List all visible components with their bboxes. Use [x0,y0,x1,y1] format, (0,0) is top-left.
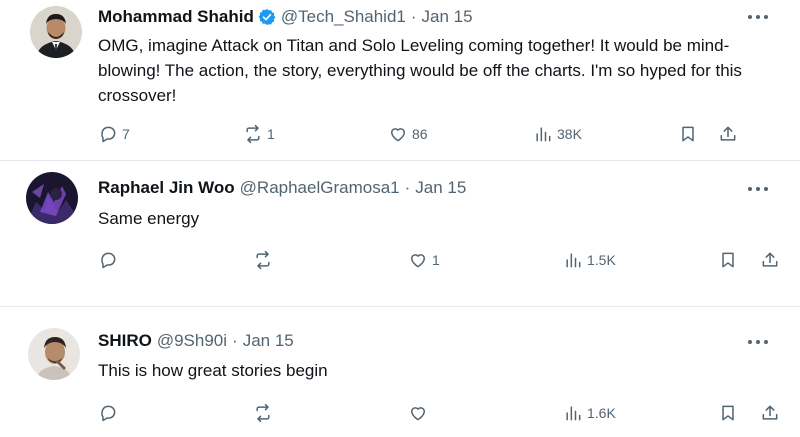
like-button[interactable]: 1 [408,248,440,272]
verified-badge-icon [258,8,276,26]
bookmark-button[interactable] [678,122,698,146]
separator: · [232,331,238,350]
author-name[interactable]: Mohammad Shahid [98,7,254,27]
bookmark-button[interactable] [718,248,738,272]
share-icon [720,126,736,141]
like-count: 86 [412,126,428,142]
repost-button[interactable]: 1 [243,122,275,146]
tweet-header: SHIRO @9Sh90i · Jan 15 [98,331,294,351]
reply-icon [101,405,116,422]
tweet-date[interactable]: Jan 15 [415,178,466,198]
tweet-date[interactable]: Jan 15 [243,331,294,351]
share-icon [762,252,778,267]
views-icon [536,127,551,142]
tweet[interactable]: Raphael Jin Woo @RaphaelGramosa1 · Jan 1… [0,160,800,306]
views-button[interactable]: 1.5K [563,248,616,272]
views-icon [566,253,581,268]
tweet[interactable]: SHIRO @9Sh90i · Jan 15 This is how great… [0,306,800,437]
more-icon[interactable] [748,13,770,21]
tweet-header: Raphael Jin Woo @RaphaelGramosa1 · Jan 1… [98,178,466,198]
like-button[interactable]: 86 [388,122,428,146]
reply-button[interactable]: 7 [98,122,130,146]
repost-icon [256,403,270,423]
action-bar: 1.6K [0,401,800,425]
bookmark-icon [722,252,734,268]
tweet-text: OMG, imagine Attack on Titan and Solo Le… [98,36,742,105]
like-icon [411,254,425,268]
views-count: 1.5K [587,252,616,268]
author-handle[interactable]: @RaphaelGramosa1 [240,178,400,198]
reply-count: 7 [122,126,130,142]
reply-button[interactable] [98,248,122,272]
repost-count: 1 [267,126,275,142]
action-bar: 1 1.5K [0,248,800,272]
author-name[interactable]: Raphael Jin Woo [98,178,235,198]
author-name[interactable]: SHIRO [98,331,152,351]
views-count: 1.6K [587,405,616,421]
repost-button[interactable] [253,248,277,272]
separator: · [410,7,417,26]
like-button[interactable] [408,401,432,425]
share-button[interactable] [760,401,780,425]
tweet-text: Same energy [98,209,200,228]
avatar[interactable] [30,6,82,58]
separator: · [404,178,411,197]
tweet[interactable]: Mohammad Shahid @Tech_Shahid1 · Jan 15 O… [0,0,800,160]
author-handle[interactable]: @9Sh90i [157,331,227,351]
bookmark-icon [722,405,734,421]
more-icon[interactable] [748,185,770,193]
views-icon [566,406,581,421]
views-count: 38K [557,126,582,142]
like-icon [391,128,405,142]
repost-icon [246,124,260,144]
reply-icon [101,126,116,143]
share-button[interactable] [760,248,780,272]
avatar[interactable] [28,328,80,380]
share-icon [762,405,778,420]
tweet-text: This is how great stories begin [98,361,328,380]
tweet-date[interactable]: Jan 15 [422,7,473,27]
author-handle[interactable]: @Tech_Shahid1 [281,7,406,27]
bookmark-button[interactable] [718,401,738,425]
views-button[interactable]: 38K [533,122,582,146]
share-button[interactable] [718,122,738,146]
like-count: 1 [432,252,440,268]
bookmark-icon [682,126,694,142]
repost-icon [256,250,270,270]
repost-button[interactable] [253,401,277,425]
reply-button[interactable] [98,401,122,425]
views-button[interactable]: 1.6K [563,401,616,425]
reply-icon [101,252,116,269]
avatar[interactable] [26,172,78,224]
like-icon [411,407,425,421]
more-icon[interactable] [748,338,770,346]
action-bar: 7 1 86 38K [0,122,800,146]
tweet-header: Mohammad Shahid @Tech_Shahid1 · Jan 15 [98,7,473,27]
